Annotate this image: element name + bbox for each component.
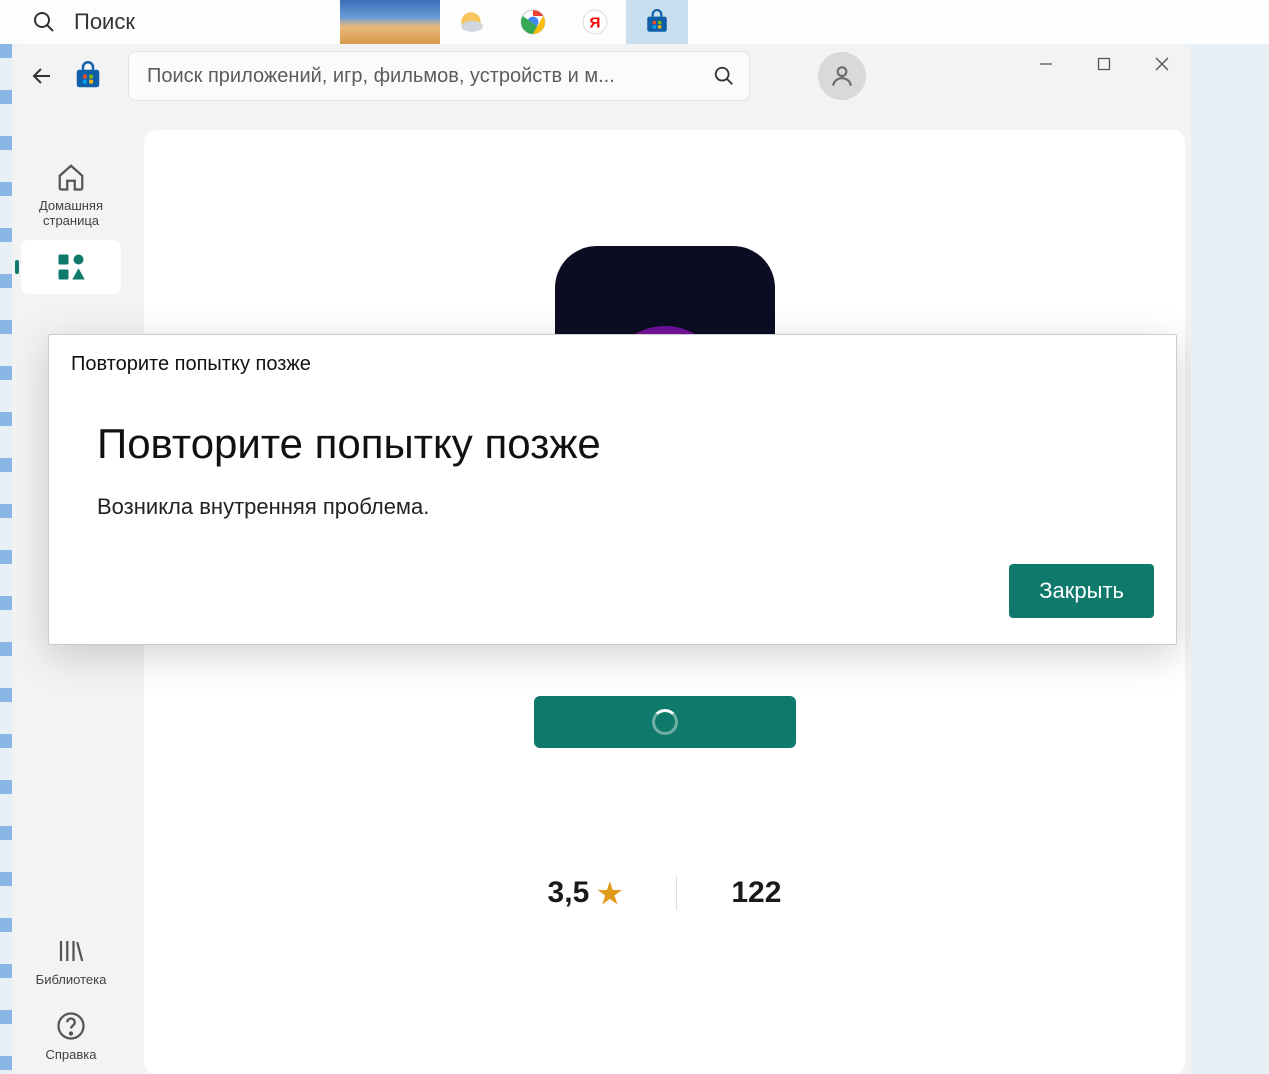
background-window-sliver [0,44,12,1074]
home-icon [56,162,86,192]
taskbar-app-weather[interactable] [440,0,502,44]
store-icon [644,9,670,35]
yandex-icon: Я [582,9,608,35]
install-button-loading[interactable] [534,696,796,748]
rating-stat: 3,5 ★ [494,876,677,910]
weather-icon [458,9,484,35]
nav-home-label: Домашняя страница [21,198,121,228]
search-input[interactable] [147,65,713,88]
chrome-icon [520,9,546,35]
rating-value: 3,5 [548,876,590,910]
nav-library[interactable]: Библиотека [21,924,121,999]
taskbar-app-desktop[interactable] [340,0,440,44]
taskbar-search-label: Поиск [74,9,135,35]
app-header [12,44,1191,108]
reviews-stat: 122 [676,876,835,910]
taskbar-running-apps: Я [340,0,688,44]
minimize-icon [1039,57,1053,71]
dialog-message: Возникла внутренняя проблема. [97,494,1154,520]
search-icon [32,10,56,34]
search-icon [713,65,735,87]
close-icon [1155,57,1169,71]
microsoft-store-window: Домашняя страница Библиотека Справка 3,5 [12,44,1191,1074]
store-logo [68,56,108,96]
back-button[interactable] [18,52,66,100]
star-icon: ★ [597,877,622,910]
taskbar-app-chrome[interactable] [502,0,564,44]
spinner-icon [652,709,678,735]
dialog-close-button[interactable]: Закрыть [1009,564,1154,618]
person-icon [829,63,855,89]
taskbar-app-store[interactable] [626,0,688,44]
app-stats: 3,5 ★ 122 [494,876,836,910]
taskbar-search[interactable]: Поиск [0,9,340,35]
arrow-left-icon [30,64,54,88]
store-icon [73,61,103,91]
dialog-caption: Повторите попытку позже [71,353,1154,376]
nav-home[interactable]: Домашняя страница [21,150,121,240]
nav-help[interactable]: Справка [21,999,121,1074]
nav-library-label: Библиотека [36,972,107,987]
help-icon [56,1011,86,1041]
nav-apps[interactable] [21,240,121,294]
maximize-button[interactable] [1075,44,1133,84]
reviews-value: 122 [731,876,781,910]
error-dialog: Повторите попытку позже Повторите попытк… [48,334,1177,645]
close-button[interactable] [1133,44,1191,84]
store-search-box[interactable] [128,51,750,101]
dialog-title: Повторите попытку позже [97,420,1154,468]
minimize-button[interactable] [1017,44,1075,84]
profile-button[interactable] [818,52,866,100]
taskbar-app-yandex[interactable]: Я [564,0,626,44]
apps-icon [56,252,86,282]
nav-help-label: Справка [46,1047,97,1062]
maximize-icon [1097,57,1111,71]
library-icon [56,936,86,966]
window-controls [1017,44,1191,84]
taskbar: Поиск Я [0,0,1269,44]
svg-text:Я: Я [590,14,601,31]
